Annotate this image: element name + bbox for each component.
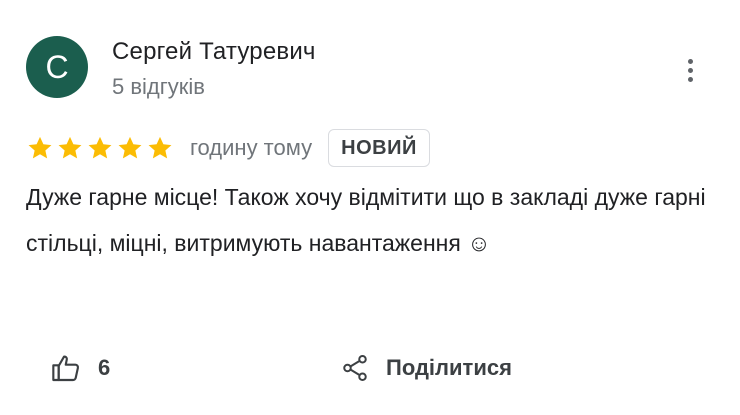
review-text: Дуже гарне місце! Також хочу відмітити щ… xyxy=(26,184,706,256)
author-review-count[interactable]: 5 відгуків xyxy=(112,74,205,100)
author-name[interactable]: Сергей Татуревич xyxy=(112,38,316,66)
share-label: Поділитися xyxy=(386,355,512,380)
more-vert-icon-dot xyxy=(687,67,693,73)
rating-row: годину тому НОВИЙ xyxy=(26,128,430,168)
share-icon xyxy=(343,355,367,381)
star-icon xyxy=(28,136,52,159)
review-actions: 6 Поділитися xyxy=(50,346,512,390)
star-icon xyxy=(88,136,112,159)
new-badge: НОВИЙ xyxy=(328,129,430,167)
star-rating xyxy=(26,134,174,162)
avatar[interactable]: С xyxy=(26,36,88,98)
star-icon xyxy=(118,136,142,159)
more-vert-icon-dot xyxy=(687,76,693,82)
more-options-button[interactable] xyxy=(676,52,704,88)
share-button[interactable]: Поділитися xyxy=(340,353,512,383)
like-count: 6 xyxy=(98,355,111,380)
review-time: годину тому xyxy=(190,135,313,160)
avatar-initial: С xyxy=(45,48,69,85)
star-icon xyxy=(148,136,172,159)
review-card: С Сергей Татуревич 5 відгуків годину том… xyxy=(0,0,740,415)
like-button[interactable]: 6 xyxy=(50,352,110,384)
star-icon xyxy=(58,136,82,159)
more-vert-icon xyxy=(687,58,693,64)
thumb-up-icon xyxy=(52,355,80,382)
